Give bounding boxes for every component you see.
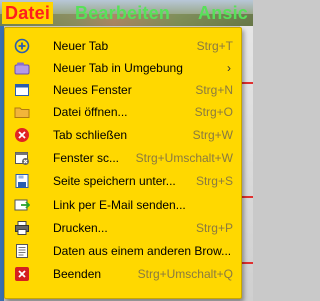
menu-item-label: Datei öffnen... [53,105,128,119]
menu-edit[interactable]: Bearbeiten [75,3,170,24]
menu-item-shortcut: Strg+T [196,39,233,53]
menu-item-shortcut: Strg+O [194,105,233,119]
import-icon [14,243,30,259]
email-link-icon [14,197,31,213]
menu-item-label: Beenden [53,267,102,281]
menu-view[interactable]: Ansic [198,3,248,24]
close-tab-icon [14,127,30,143]
menu-item-open-file[interactable]: Datei öffnen... Strg+O [5,101,241,123]
menu-item-shortcut: Strg+P [195,221,233,235]
menu-item-shortcut: Strg+W [192,128,233,142]
menu-item-shortcut: Strg+Umschalt+Q [137,267,233,281]
printer-icon [14,220,30,236]
menu-item-print[interactable]: Drucken... Strg+P [5,217,241,239]
menubar: Datei Bearbeiten Ansic [0,0,253,26]
menu-item-label: Neues Fenster [53,83,132,97]
menu-item-shortcut: Strg+Umschalt+W [135,151,233,165]
menu-item-label: Daten aus einem anderen Brow... [53,244,232,258]
menu-item-label: Drucken... [53,221,108,235]
menu-item-shortcut: Strg+S [195,174,233,188]
menu-item-label: Link per E-Mail senden... [53,198,186,212]
menu-item-label: Neuer Tab [53,39,109,53]
save-icon [14,173,30,189]
menu-item-quit[interactable]: Beenden Strg+Umschalt+Q [5,263,241,285]
menu-item-new-tab[interactable]: Neuer Tab Strg+T [5,35,241,57]
new-window-icon [14,82,30,98]
menu-item-close-tab[interactable]: Tab schließen Strg+W [5,124,241,146]
menu-item-new-container-tab[interactable]: Neuer Tab in Umgebung › [5,57,241,79]
menu-item-label: Tab schließen [53,128,128,142]
menu-item-save-page[interactable]: Seite speichern unter... Strg+S [5,170,241,192]
file-dropdown-menu: Neuer Tab Strg+T Neuer Tab in Umgebung ›… [4,27,242,299]
quit-icon [14,266,30,282]
menu-item-email-link[interactable]: Link per E-Mail senden... [5,194,241,216]
menu-item-label: Fenster sc... [53,151,120,165]
menu-item-label: Neuer Tab in Umgebung [53,61,183,75]
submenu-arrow-icon: › [227,61,231,75]
menu-item-new-window[interactable]: Neues Fenster Strg+N [5,79,241,101]
menu-file[interactable]: Datei [2,2,54,24]
menu-item-import-data[interactable]: Daten aus einem anderen Brow... [5,240,241,262]
menu-item-label: Seite speichern unter... [53,174,176,188]
folder-icon [14,104,30,120]
close-window-icon [14,150,30,166]
menu-item-close-window[interactable]: Fenster sc... Strg+Umschalt+W [5,147,241,169]
new-tab-icon [14,38,30,54]
menu-item-shortcut: Strg+N [195,83,233,97]
new-tab-container-icon [14,60,30,76]
